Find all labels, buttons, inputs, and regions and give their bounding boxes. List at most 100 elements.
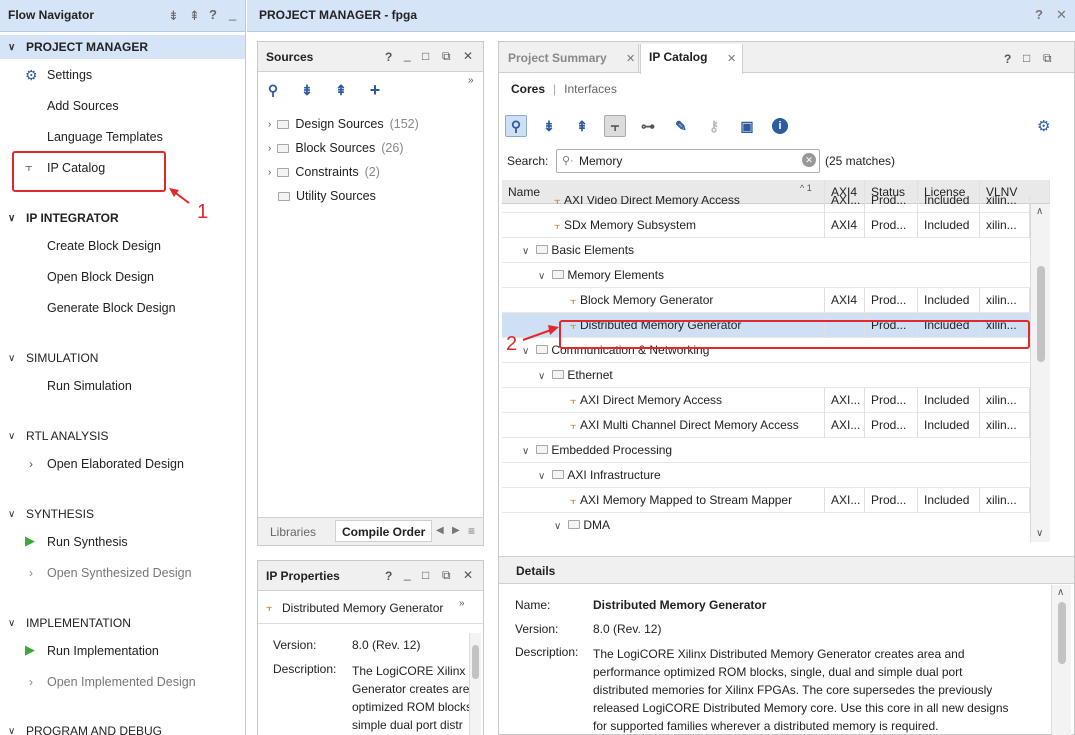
tab-scroll-right-icon[interactable]: ▶ [452, 525, 460, 536]
scrollbar-thumb[interactable] [1037, 266, 1045, 362]
table-row[interactable]: ⫟ AXI Multi Channel Direct Memory Access… [502, 413, 1030, 438]
nav-settings[interactable]: Settings [47, 68, 92, 82]
scroll-up-icon[interactable]: ∧ [1057, 587, 1064, 598]
details-header: Details [499, 556, 1074, 584]
tab-scroll-left-icon[interactable]: ◀ [436, 525, 444, 536]
help-icon[interactable]: ? [385, 569, 392, 583]
search-icon[interactable]: ⚲ [505, 115, 527, 137]
info-icon[interactable]: i [772, 118, 788, 134]
collapse-all-icon[interactable]: ⇟ [168, 8, 179, 24]
nav-language-templates[interactable]: Language Templates [47, 130, 163, 144]
close-icon[interactable]: ✕ [463, 49, 473, 63]
show-cores-icon[interactable]: ⫟ [604, 115, 626, 137]
section-project-manager[interactable]: ∨ PROJECT MANAGER [0, 35, 245, 59]
tree-node-design-sources[interactable]: › Design Sources (152) [268, 112, 419, 136]
expand-all-icon[interactable]: ⇞ [571, 115, 593, 137]
expand-all-icon[interactable]: ⇞ [189, 8, 200, 24]
collapse-all-icon[interactable]: ⇟ [538, 115, 560, 137]
section-program-and-debug[interactable]: ∨ PROGRAM AND DEBUG [0, 720, 245, 735]
help-icon[interactable]: ? [1004, 52, 1011, 66]
help-icon[interactable]: ? [1035, 7, 1043, 22]
collapse-all-icon[interactable]: ⇟ [296, 79, 318, 101]
minimize-icon[interactable]: _ [229, 6, 236, 21]
search-input[interactable]: ⚲· Memory ✕ [556, 149, 820, 173]
help-icon[interactable]: ? [209, 7, 217, 22]
scroll-down-icon[interactable]: ∨ [1036, 528, 1043, 539]
scrollbar[interactable] [469, 633, 481, 735]
row-vlnv: xilin... [980, 288, 1030, 313]
float-icon[interactable]: ⧉ [442, 568, 451, 583]
table-row-category[interactable]: ∨ Basic Elements [502, 238, 1030, 263]
minimize-icon[interactable]: _ [404, 567, 411, 581]
tree-node-constraints[interactable]: › Constraints (2) [268, 160, 419, 184]
float-icon[interactable]: ⧉ [442, 49, 451, 64]
add-icon[interactable]: + [364, 79, 386, 101]
description-line: released LogiCORE Distributed Memory cor… [593, 701, 1009, 715]
tree-node-utility-sources[interactable]: Utility Sources [268, 184, 419, 208]
close-icon[interactable]: ✕ [1056, 7, 1067, 23]
settings-gear-icon[interactable]: ⚙ [1037, 117, 1050, 135]
table-row-category[interactable]: ∨ DMA [502, 513, 1030, 538]
float-icon[interactable]: ⧉ [1043, 51, 1052, 66]
scroll-up-icon[interactable]: ∧ [1036, 206, 1043, 217]
nav-create-block-design[interactable]: Create Block Design [47, 239, 161, 253]
clear-search-icon[interactable]: ✕ [802, 153, 816, 167]
nav-run-simulation[interactable]: Run Simulation [47, 379, 132, 393]
nav-open-block-design[interactable]: Open Block Design [47, 270, 154, 284]
details-scrollbar[interactable]: ∧ [1051, 585, 1071, 735]
details-description-label: Description: [515, 645, 579, 659]
overflow-icon[interactable]: » [459, 598, 465, 609]
table-row[interactable]: ⫟ AXI Direct Memory Access AXI... Prod..… [502, 388, 1030, 413]
expand-all-icon[interactable]: ⇞ [330, 79, 352, 101]
hierarchy-icon[interactable]: ⊶ [637, 115, 659, 137]
tab-list-icon[interactable]: ≡ [468, 524, 475, 538]
restore-icon[interactable]: □ [1023, 51, 1030, 65]
table-row[interactable]: ⫟ Block Memory Generator AXI4 Prod... In… [502, 288, 1030, 313]
scrollbar-thumb[interactable] [1058, 602, 1066, 664]
subtab-cores[interactable]: Cores [511, 82, 545, 96]
close-icon[interactable]: ✕ [463, 568, 473, 582]
restore-icon[interactable]: □ [422, 49, 429, 63]
chevron-down-icon: ∨ [538, 271, 546, 282]
subtab-interfaces[interactable]: Interfaces [564, 82, 617, 96]
tab-ip-catalog[interactable]: IP Catalog ✕ [640, 44, 743, 74]
key-icon[interactable]: ⚷ [703, 115, 725, 137]
close-icon[interactable]: ✕ [727, 52, 736, 65]
nav-open-implemented-design[interactable]: Open Implemented Design [47, 675, 196, 689]
restore-icon[interactable]: □ [422, 568, 429, 582]
section-simulation[interactable]: ∨ SIMULATION [0, 347, 245, 369]
tab-compile-order[interactable]: Compile Order [335, 520, 433, 542]
help-icon[interactable]: ? [385, 50, 392, 64]
table-row-category[interactable]: ∨ Memory Elements [502, 263, 1030, 288]
folder-icon [278, 191, 290, 201]
search-icon[interactable]: ⚲ [262, 79, 284, 101]
table-row[interactable]: ⫟ SDx Memory Subsystem AXI4 Prod... Incl… [502, 213, 1030, 238]
nav-open-synthesized-design[interactable]: Open Synthesized Design [47, 566, 192, 580]
table-scrollbar[interactable]: ∧ ∨ [1030, 204, 1050, 542]
minimize-icon[interactable]: _ [404, 48, 411, 62]
table-row-category[interactable]: ∨ AXI Infrastructure [502, 463, 1030, 488]
section-ip-integrator[interactable]: ∨ IP INTEGRATOR [0, 207, 245, 229]
section-implementation[interactable]: ∨ IMPLEMENTATION [0, 612, 245, 634]
wrench-icon[interactable]: ✎ [670, 115, 692, 137]
table-row-category[interactable]: ∨ Embedded Processing [502, 438, 1030, 463]
nav-generate-block-design[interactable]: Generate Block Design [47, 301, 176, 315]
nav-run-synthesis[interactable]: Run Synthesis [47, 535, 128, 549]
nav-run-implementation[interactable]: Run Implementation [47, 644, 159, 658]
tab-libraries[interactable]: Libraries [270, 525, 316, 539]
table-row[interactable]: ⫟ AXI Video Direct Memory Access AXI... … [502, 196, 1030, 213]
section-synthesis[interactable]: ∨ SYNTHESIS [0, 503, 245, 525]
tree-node-block-sources[interactable]: › Block Sources (26) [268, 136, 419, 160]
tree-node-label: Block Sources [295, 141, 376, 155]
overflow-icon[interactable]: » [468, 75, 474, 86]
chip-icon[interactable]: ▣ [736, 115, 758, 137]
table-row[interactable]: ⫟ AXI Memory Mapped to Stream Mapper AXI… [502, 488, 1030, 513]
close-icon[interactable]: ✕ [626, 52, 635, 65]
section-rtl-analysis[interactable]: ∨ RTL ANALYSIS [0, 425, 245, 447]
nav-add-sources[interactable]: Add Sources [47, 99, 119, 113]
table-row-category[interactable]: ∨ Ethernet [502, 363, 1030, 388]
table-body: ⫟ AXI Video Direct Memory Access AXI... … [502, 196, 1030, 542]
scrollbar-thumb[interactable] [472, 645, 479, 679]
tab-project-summary[interactable]: Project Summary ✕ [499, 44, 639, 72]
nav-open-elaborated-design[interactable]: Open Elaborated Design [47, 457, 184, 471]
